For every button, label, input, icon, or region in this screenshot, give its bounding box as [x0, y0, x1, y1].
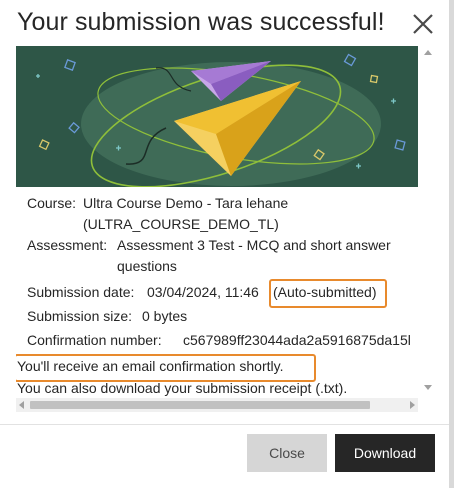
submission-size-value: 0 bytes: [142, 308, 188, 324]
email-notice: You'll receive an email confirmation sho…: [17, 358, 284, 374]
submission-date-label: Submission date:: [27, 284, 135, 300]
submission-size-label: Submission size:: [27, 308, 133, 324]
horizontal-scrollbar[interactable]: [16, 398, 418, 412]
assessment-label: Assessment:: [27, 237, 108, 253]
assessment-value: Assessment 3 Test - MCQ and short answer: [117, 237, 391, 253]
vertical-scrollbar[interactable]: [422, 46, 436, 416]
dialog-footer: Close Download: [0, 424, 454, 489]
window-edge: [449, 0, 454, 488]
confirmation-value: c567989ff23044ada2a5916875da15l: [183, 332, 411, 348]
confirmation-label: Confirmation number:: [27, 332, 162, 348]
course-label: Course:: [27, 195, 77, 211]
receipt-notice: You can also download your submission re…: [17, 380, 348, 396]
dialog-title: Your submission was successful!: [17, 8, 385, 36]
paper-plane-illustration: [16, 46, 418, 187]
course-value: Ultra Course Demo - Tara lehane: [83, 195, 289, 211]
horizontal-scroll-thumb[interactable]: [30, 401, 370, 409]
scroll-down-icon[interactable]: [424, 385, 432, 390]
close-icon[interactable]: [410, 11, 436, 37]
scroll-left-icon[interactable]: [19, 401, 24, 409]
download-button[interactable]: Download: [335, 434, 435, 472]
scroll-up-icon[interactable]: [424, 50, 432, 55]
course-code: (ULTRA_COURSE_DEMO_TL): [83, 216, 279, 232]
close-button[interactable]: Close: [247, 434, 327, 472]
submission-date-value: 03/04/2024, 11:46: [147, 284, 259, 300]
assessment-value-cont: questions: [117, 258, 177, 274]
auto-submitted-tag: (Auto-submitted): [273, 284, 377, 300]
scroll-right-icon[interactable]: [410, 401, 415, 409]
dialog-content[interactable]: Course: Ultra Course Demo - Tara lehane …: [16, 46, 432, 416]
submission-dialog: Your submission was successful! Course: …: [0, 0, 454, 489]
